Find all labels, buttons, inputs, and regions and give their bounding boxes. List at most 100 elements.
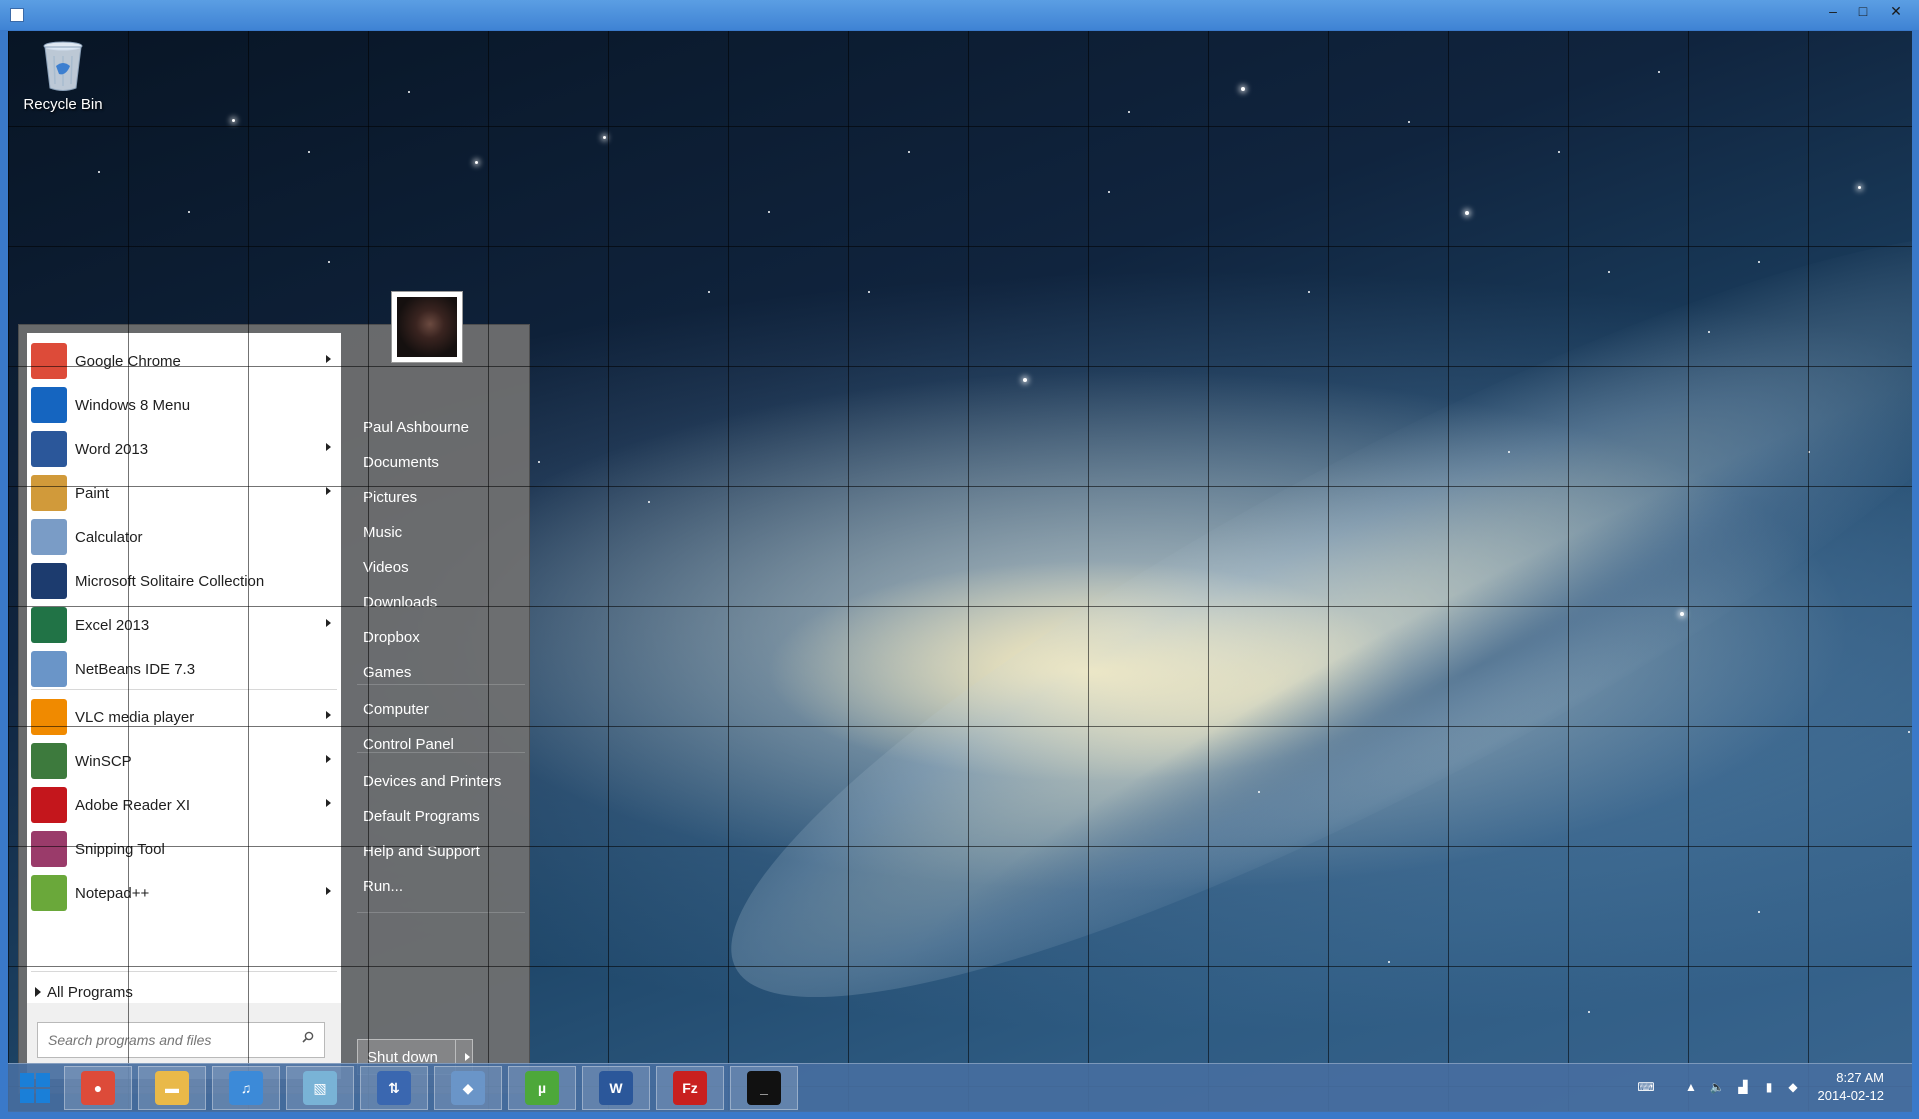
program-list-divider <box>31 971 337 972</box>
submenu-arrow-icon[interactable] <box>326 355 331 363</box>
windows-8-menu-icon <box>31 387 67 423</box>
submenu-arrow-icon[interactable] <box>326 487 331 495</box>
screen: – □ ✕ Recycle Bin Google ChromeWindows <box>0 0 1919 1119</box>
desktop[interactable]: Recycle Bin Google Chrome Windows 8 Menu W… <box>8 31 1912 1111</box>
program-item[interactable]: Windows 8 Menu <box>27 383 341 427</box>
taskbar-utorrent-button[interactable]: µ <box>508 1066 576 1110</box>
star <box>908 151 910 153</box>
program-label: Excel 2013 <box>75 616 150 634</box>
places-pane: Paul Ashbourne Documents Pictures Music Vid… <box>349 325 531 1095</box>
place-item[interactable]: Documents <box>363 451 439 475</box>
taskbar-command-prompt-button[interactable]: _ <box>730 1066 798 1110</box>
taskbar-notepad-button[interactable]: ▧ <box>286 1066 354 1110</box>
program-item[interactable]: Notepad++ <box>27 871 341 915</box>
taskbar-chrome-button[interactable]: ● <box>64 1066 132 1110</box>
taskbar-filezilla-button[interactable]: Fz <box>656 1066 724 1110</box>
network-signal-icon[interactable]: ▟ <box>1734 1078 1752 1096</box>
program-label: WinSCP <box>75 752 132 770</box>
program-label: Calculator <box>75 528 143 546</box>
star <box>1758 261 1760 263</box>
program-item[interactable]: Snipping Tool <box>27 827 341 871</box>
program-label: Snipping Tool <box>75 840 165 858</box>
place-item[interactable]: Computer <box>363 698 429 722</box>
program-item[interactable]: Microsoft Solitaire Collection <box>27 559 341 603</box>
all-programs-button[interactable]: All Programs <box>35 979 133 1005</box>
place-item[interactable]: Default Programs <box>363 805 480 829</box>
close-button[interactable]: ✕ <box>1878 0 1914 22</box>
place-item[interactable]: Dropbox <box>363 626 420 650</box>
submenu-arrow-icon[interactable] <box>326 711 331 719</box>
recycle-bin-icon <box>42 40 84 92</box>
star <box>1508 451 1510 453</box>
taskbar-itunes-button[interactable]: ♫ <box>212 1066 280 1110</box>
place-item[interactable]: Pictures <box>363 486 417 510</box>
program-label: Adobe Reader XI <box>75 796 191 814</box>
touch-keyboard-icon[interactable]: ⌨ <box>1628 1078 1664 1096</box>
star <box>648 501 650 503</box>
taskbar: ● ▬ ♫ ▧ ⇅ ◆ µ W Fz _ ⌨ ▲ 🔈 ▟ ▮ ◆ 8:27 AM 2014-02-… <box>8 1063 1912 1112</box>
place-item[interactable]: Devices and Printers <box>363 770 501 794</box>
wallpaper-galaxy <box>658 118 1912 1111</box>
submenu-arrow-icon[interactable] <box>326 619 331 627</box>
start-button[interactable] <box>13 1070 57 1106</box>
submenu-arrow-icon[interactable] <box>326 443 331 451</box>
star <box>475 161 478 164</box>
program-item[interactable]: Word 2013 <box>27 427 341 471</box>
maximize-button[interactable]: □ <box>1848 0 1878 22</box>
star <box>1108 191 1110 193</box>
taskbar-network-button[interactable]: ⇅ <box>360 1066 428 1110</box>
network-icon: ⇅ <box>377 1071 411 1105</box>
window-title-bar[interactable]: – □ ✕ <box>0 0 1919 30</box>
program-label: VLC media player <box>75 708 195 726</box>
notepad-icon: ▧ <box>303 1071 337 1105</box>
taskbar-file-explorer-button[interactable]: ▬ <box>138 1066 206 1110</box>
utorrent-icon: µ <box>525 1071 559 1105</box>
place-item[interactable]: Videos <box>363 556 409 580</box>
places-divider <box>357 752 525 753</box>
places-divider <box>357 912 525 913</box>
netbeans-icon <box>31 651 67 687</box>
shutdown-options-arrow-icon[interactable] <box>465 1053 470 1061</box>
program-item[interactable]: Calculator <box>27 515 341 559</box>
star <box>1808 451 1810 453</box>
taskbar-netbeans-button[interactable]: ◆ <box>434 1066 502 1110</box>
volume-muted-icon[interactable]: 🔈 <box>1708 1078 1726 1096</box>
program-item[interactable]: NetBeans IDE 7.3 <box>27 647 341 691</box>
recycle-bin[interactable]: Recycle Bin <box>18 36 108 126</box>
star <box>1680 612 1684 616</box>
program-item[interactable]: WinSCP <box>27 739 341 783</box>
program-item[interactable]: Paint <box>27 471 341 515</box>
program-label: Word 2013 <box>75 440 149 458</box>
submenu-arrow-icon[interactable] <box>326 755 331 763</box>
search-input[interactable] <box>37 1022 325 1058</box>
submenu-arrow-icon[interactable] <box>326 887 331 895</box>
snipping-tool-icon <box>31 831 67 867</box>
place-user-name[interactable]: Paul Ashbourne <box>363 416 469 440</box>
taskbar-word-button[interactable]: W <box>582 1066 650 1110</box>
program-item[interactable]: Adobe Reader XI <box>27 783 341 827</box>
star <box>1608 271 1610 273</box>
place-item[interactable]: Music <box>363 521 402 545</box>
place-item[interactable]: Games <box>363 661 411 685</box>
star <box>1858 186 1861 189</box>
user-picture[interactable] <box>391 291 463 363</box>
notification-area: ⌨ ▲ 🔈 ▟ ▮ ◆ 8:27 AM 2014-02-12 <box>1618 1064 1912 1112</box>
place-item[interactable]: Run... <box>363 875 403 899</box>
program-item[interactable]: Google Chrome <box>27 339 341 383</box>
solitaire-icon <box>31 563 67 599</box>
clock[interactable]: 8:27 AM 2014-02-12 <box>1784 1069 1885 1105</box>
minimize-button[interactable]: – <box>1818 0 1848 22</box>
place-item[interactable]: Control Panel <box>363 733 454 757</box>
window-app-icon <box>10 8 24 22</box>
submenu-arrow-icon[interactable] <box>326 799 331 807</box>
search-icon[interactable] <box>302 1031 314 1043</box>
program-item[interactable]: Excel 2013 <box>27 603 341 647</box>
battery-icon[interactable]: ▮ <box>1760 1078 1778 1096</box>
star <box>1708 331 1710 333</box>
program-item[interactable]: VLC media player <box>27 695 341 739</box>
notepadpp-icon <box>31 875 67 911</box>
show-hidden-icons-icon[interactable]: ▲ <box>1682 1078 1700 1096</box>
star <box>1128 111 1130 113</box>
place-item[interactable]: Help and Support <box>363 840 480 864</box>
place-item[interactable]: Downloads <box>363 591 437 615</box>
